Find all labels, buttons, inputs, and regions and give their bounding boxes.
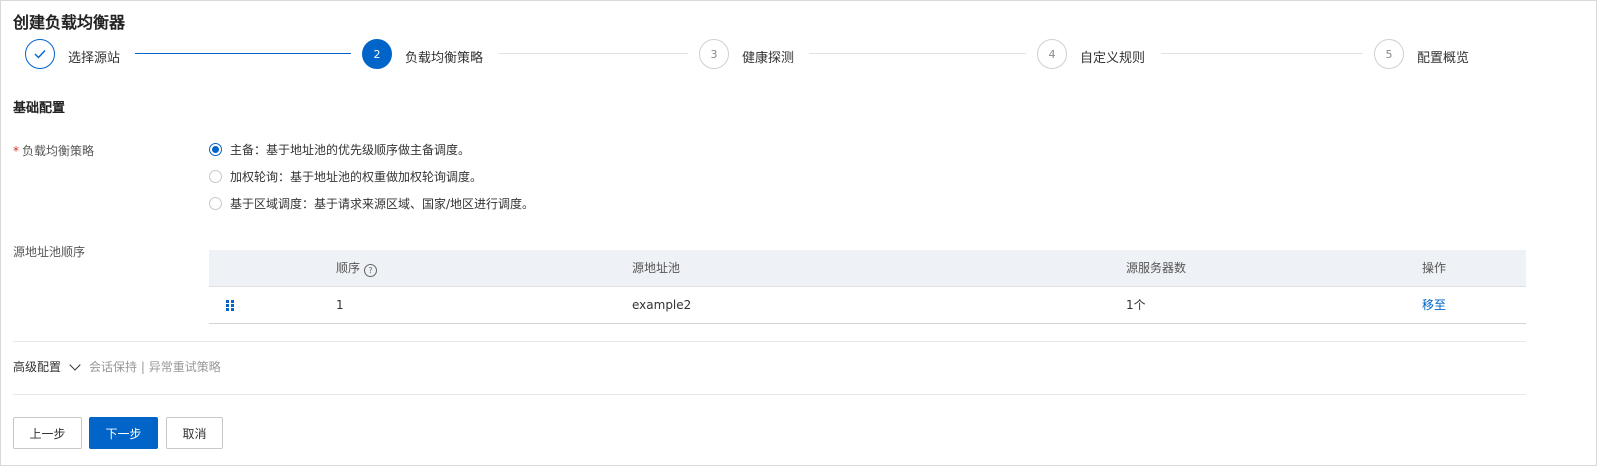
step-5-label: 配置概览 bbox=[1417, 51, 1470, 66]
column-header-pool: 源地址池 bbox=[632, 261, 681, 275]
strategy-label: * 负载均衡策略 bbox=[13, 142, 94, 159]
cell-order: 1 bbox=[336, 298, 344, 312]
radio-option-primary-backup[interactable]: 主备：基于地址池的优先级顺序做主备调度。 bbox=[209, 140, 470, 158]
step-connector bbox=[135, 53, 351, 54]
step-5-circle: 5 bbox=[1374, 39, 1404, 69]
page-title: 创建负载均衡器 bbox=[13, 13, 126, 32]
table-header: 顺序? 源地址池 源服务器数 操作 bbox=[209, 250, 1526, 287]
create-load-balancer-panel: 创建负载均衡器 选择源站 2 负载均衡策略 3 健康探测 4 自定义规则 5 配… bbox=[0, 0, 1597, 466]
radio-option-text: 主备：基于地址池的优先级顺序做主备调度。 bbox=[230, 142, 471, 157]
advanced-config-toggle[interactable]: 高级配置 会话保持 | 异常重试策略 bbox=[13, 358, 221, 375]
radio-button[interactable] bbox=[209, 196, 222, 210]
cell-servers: 1个 bbox=[1126, 298, 1146, 312]
step-connector bbox=[1161, 53, 1363, 54]
column-header-order-text: 顺序 bbox=[336, 261, 361, 275]
pool-order-table: 顺序? 源地址池 源服务器数 操作 1 example2 1个 移至 bbox=[209, 250, 1526, 324]
column-header-order: 顺序? bbox=[336, 250, 378, 286]
radio-option-text: 基于区域调度：基于请求来源区域、国家/地区进行调度。 bbox=[230, 196, 535, 211]
table-row: 1 example2 1个 移至 bbox=[209, 287, 1526, 324]
step-4-circle: 4 bbox=[1037, 39, 1067, 69]
column-header-servers: 源服务器数 bbox=[1126, 261, 1187, 275]
chevron-down-icon[interactable] bbox=[69, 358, 81, 371]
step-2-circle: 2 bbox=[362, 39, 392, 69]
check-icon bbox=[34, 50, 46, 59]
radio-option-text: 加权轮询：基于地址池的权重做加权轮询调度。 bbox=[230, 169, 483, 184]
step-connector bbox=[499, 53, 688, 54]
step-connector bbox=[809, 53, 1026, 54]
step-1-circle bbox=[25, 39, 55, 69]
advanced-config-label: 高级配置 bbox=[13, 360, 62, 374]
next-step-button[interactable]: 下一步 bbox=[89, 417, 158, 449]
strategy-label-text: 负载均衡策略 bbox=[22, 144, 95, 158]
step-2-label: 负载均衡策略 bbox=[405, 51, 484, 66]
divider bbox=[13, 394, 1526, 395]
step-3-label: 健康探测 bbox=[742, 51, 795, 66]
cancel-button[interactable]: 取消 bbox=[166, 417, 223, 449]
step-indicator: 选择源站 2 负载均衡策略 3 健康探测 4 自定义规则 5 配置概览 bbox=[1, 39, 1597, 73]
radio-option-weighted-round-robin[interactable]: 加权轮询：基于地址池的权重做加权轮询调度。 bbox=[209, 167, 482, 185]
previous-step-button[interactable]: 上一步 bbox=[13, 417, 82, 449]
required-mark: * bbox=[13, 144, 19, 158]
advanced-config-summary: 会话保持 | 异常重试策略 bbox=[89, 360, 221, 374]
pool-order-label: 源地址池顺序 bbox=[13, 245, 86, 259]
move-to-link[interactable]: 移至 bbox=[1422, 287, 1446, 323]
cell-pool: example2 bbox=[632, 298, 692, 312]
radio-option-region[interactable]: 基于区域调度：基于请求来源区域、国家/地区进行调度。 bbox=[209, 194, 534, 212]
divider bbox=[13, 341, 1526, 342]
step-4-label: 自定义规则 bbox=[1080, 51, 1146, 66]
question-circle-icon[interactable]: ? bbox=[364, 264, 378, 277]
radio-button[interactable] bbox=[209, 142, 222, 156]
radio-button[interactable] bbox=[209, 169, 222, 183]
step-3-circle: 3 bbox=[699, 39, 729, 69]
step-1-label: 选择源站 bbox=[68, 51, 121, 66]
column-header-action: 操作 bbox=[1422, 261, 1447, 275]
section-title-basic: 基础配置 bbox=[13, 101, 66, 116]
drag-handle-icon[interactable] bbox=[226, 300, 236, 311]
